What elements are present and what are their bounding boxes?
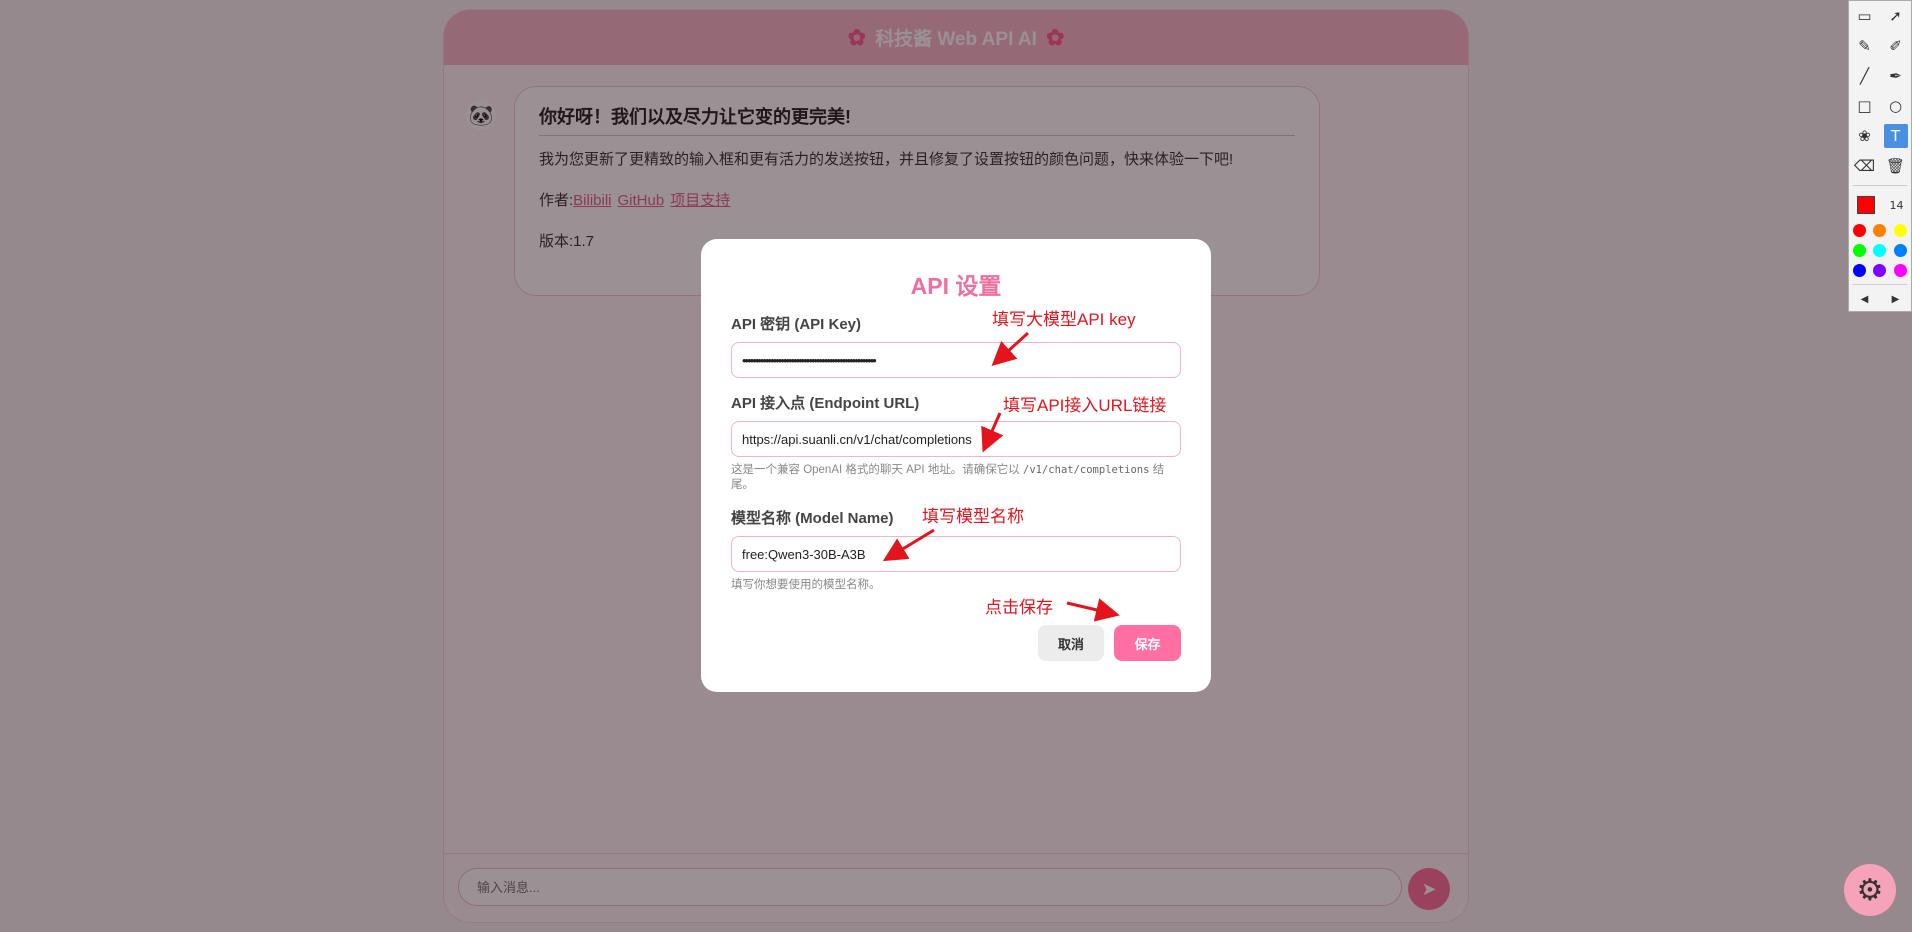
color-swatch-purple[interactable] — [1873, 263, 1887, 277]
screen-icon[interactable]: ▭ — [1853, 4, 1877, 28]
color-swatch-orange[interactable] — [1873, 223, 1887, 237]
annotation-save: 点击保存 — [985, 598, 1053, 617]
endpoint-hint-text: 这是一个兼容 OpenAI 格式的聊天 API 地址。请确保它以 — [731, 464, 1020, 476]
endpoint-field[interactable]: https://api.suanli.cn/v1/chat/completion… — [731, 421, 1181, 457]
trash-icon[interactable]: 🗑 — [1884, 154, 1908, 178]
model-field[interactable]: free:Qwen3-30B-A3B — [731, 536, 1181, 572]
pencil-icon[interactable]: ✎ — [1853, 34, 1877, 58]
api-key-value: ••••••••••••••••••••••••••••••••••••••••… — [742, 352, 877, 368]
drawing-toolbar: ▭ ➚ ✎ ✐ ╱ ✒ □ ○ ❀ T ⌫ 🗑 14 ◀ ▶ — [1848, 0, 1912, 312]
cancel-button[interactable]: 取消 — [1038, 625, 1104, 661]
model-value: free:Qwen3-30B-A3B — [742, 546, 866, 562]
color-swatch-red[interactable] — [1852, 223, 1866, 237]
color-swatch-green[interactable] — [1852, 243, 1866, 257]
blur-icon[interactable]: ❀ — [1853, 124, 1877, 148]
cursor-icon[interactable]: ➚ — [1884, 4, 1908, 28]
rectangle-icon[interactable]: □ — [1853, 94, 1877, 118]
model-hint: 填写你想要使用的模型名称。 — [731, 579, 881, 591]
endpoint-hint: 这是一个兼容 OpenAI 格式的聊天 API 地址。请确保它以 /v1/cha… — [731, 463, 1181, 493]
chevron-left-icon[interactable]: ◀ — [1853, 287, 1877, 311]
modal-title: API 设置 — [910, 273, 1002, 299]
text-icon[interactable]: T — [1883, 124, 1908, 148]
save-button[interactable]: 保存 — [1114, 625, 1181, 661]
modal-actions: 取消 保存 — [1038, 625, 1181, 661]
gear-icon: ⚙ — [1856, 872, 1884, 908]
color-swatch-cyan[interactable] — [1873, 243, 1887, 257]
eraser-icon[interactable]: ⌫ — [1853, 154, 1877, 178]
color-swatch-sky[interactable] — [1894, 243, 1908, 257]
current-color-swatch[interactable] — [1856, 196, 1875, 214]
line-icon[interactable]: ╱ — [1853, 64, 1877, 88]
settings-button[interactable]: ⚙ — [1844, 864, 1896, 916]
pen-icon[interactable]: ✒ — [1884, 64, 1908, 88]
color-swatch-blue[interactable] — [1852, 263, 1866, 277]
ellipse-icon[interactable]: ○ — [1884, 94, 1908, 118]
color-swatch-magenta[interactable] — [1894, 263, 1908, 277]
annotation-api-key: 填写大模型API key — [992, 310, 1136, 329]
api-key-field[interactable]: ••••••••••••••••••••••••••••••••••••••••… — [731, 342, 1181, 378]
endpoint-value: https://api.suanli.cn/v1/chat/completion… — [742, 431, 972, 447]
chevron-right-icon[interactable]: ▶ — [1884, 287, 1908, 311]
endpoint-hint-code: /v1/chat/completions — [1023, 464, 1150, 476]
marker-icon[interactable]: ✐ — [1884, 34, 1908, 58]
color-swatch-yellow[interactable] — [1894, 223, 1908, 237]
annotation-endpoint: 填写API接入URL链接 — [1003, 396, 1167, 415]
brush-size[interactable]: 14 — [1890, 199, 1904, 212]
annotation-model: 填写模型名称 — [922, 507, 1024, 526]
